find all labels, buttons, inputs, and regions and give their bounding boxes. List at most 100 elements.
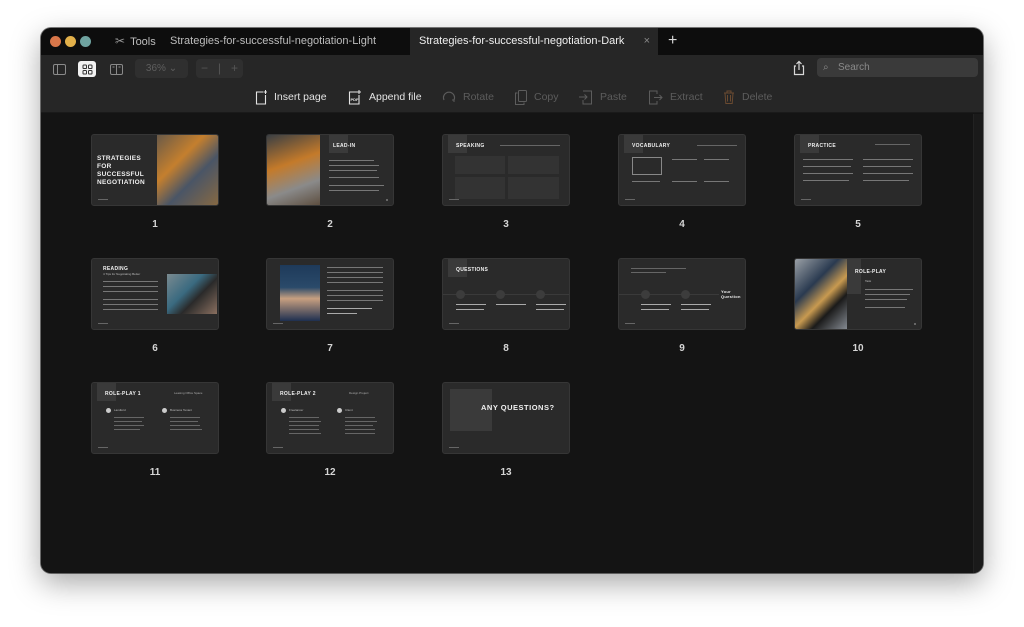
search-placeholder: Search — [838, 62, 870, 73]
text-line — [327, 295, 383, 296]
slide-word-box — [632, 157, 662, 175]
text-line — [114, 417, 144, 418]
slide-title: ROLE-PLAY 2 — [280, 391, 316, 397]
page-number: 6 — [152, 343, 158, 354]
slide-photo — [167, 274, 217, 314]
window-minimize-button[interactable] — [65, 36, 76, 47]
tab-tools[interactable]: ✂ Tools — [115, 28, 156, 55]
page-thumbnail[interactable]: LEAD-IN — [266, 134, 394, 206]
text-line — [329, 170, 377, 171]
share-button[interactable] — [792, 60, 806, 76]
text-line — [327, 300, 383, 301]
text-line — [114, 421, 142, 422]
tab-document-light[interactable]: Strategies-for-successful-negotiation-Li… — [170, 28, 376, 55]
insert-page-icon — [255, 89, 267, 105]
search-icon: ⌕ — [823, 62, 829, 73]
sidebar-icon — [52, 63, 66, 75]
app-window: ✂ Tools Strategies-for-successful-negotia… — [41, 28, 983, 573]
page-number: 4 — [679, 219, 685, 230]
text-line — [327, 282, 383, 283]
text-line — [345, 425, 373, 426]
page-thumbnail[interactable]: QUESTIONS — [442, 258, 570, 330]
slide-subtitle: Task — [865, 279, 872, 283]
text-line — [327, 313, 357, 314]
slide-title: PRACTICE — [808, 143, 836, 149]
text-line — [704, 181, 729, 182]
divider: | — [217, 61, 222, 75]
text-line — [865, 294, 910, 295]
sidebar-view-button[interactable] — [50, 61, 68, 77]
new-tab-button[interactable]: + — [668, 28, 677, 55]
text-line — [170, 417, 200, 418]
paste-button[interactable]: Paste — [579, 86, 627, 108]
zoom-out-button[interactable]: − — [201, 59, 208, 78]
chevron-down-icon: ⌄ — [168, 63, 178, 74]
scrollbar[interactable] — [973, 114, 983, 573]
copy-label: Copy — [534, 91, 559, 103]
zoom-level-select[interactable]: 36% ⌄ — [135, 59, 188, 78]
text-line — [536, 309, 564, 310]
text-line — [114, 425, 144, 426]
text-line — [672, 159, 697, 160]
slide-footer — [98, 323, 108, 324]
text-line — [863, 166, 911, 167]
append-file-button[interactable]: PDF Append file — [348, 86, 422, 108]
page-thumbnail[interactable]: ANY QUESTIONS? — [442, 382, 570, 454]
role-icon — [162, 408, 167, 413]
window-maximize-button[interactable] — [80, 36, 91, 47]
grid-view-button[interactable] — [78, 61, 96, 77]
text-line — [803, 173, 853, 174]
page-thumbnail[interactable]: ROLE-PLAY Task — [794, 258, 922, 330]
zoom-in-button[interactable]: + — [231, 59, 238, 78]
text-line — [681, 309, 709, 310]
text-line — [289, 425, 319, 426]
page-number: 2 — [327, 219, 333, 230]
text-line — [289, 433, 321, 434]
slide-title: SPEAKING — [456, 143, 485, 149]
slide-footer — [273, 323, 283, 324]
text-line — [327, 290, 383, 291]
page-grid: STRATEGIES FOR SUCCESSFUL NEGOTIATION 1 … — [41, 114, 983, 573]
insert-page-button[interactable]: Insert page — [255, 86, 327, 108]
page-thumbnail[interactable]: Your Question — [618, 258, 746, 330]
text-line — [865, 289, 913, 290]
text-line — [103, 299, 158, 300]
text-line — [289, 417, 319, 418]
book-view-button[interactable] — [107, 61, 125, 77]
page-thumbnail[interactable]: SPEAKING — [442, 134, 570, 206]
page-actions-bar: Insert page PDF Append file Rotate Copy … — [41, 86, 983, 133]
slide-card — [508, 177, 559, 199]
text-line — [327, 272, 383, 273]
page-number: 13 — [500, 467, 512, 478]
slide-photo — [157, 135, 218, 205]
text-line — [631, 268, 686, 269]
close-icon[interactable]: × — [644, 28, 650, 55]
page-thumbnail[interactable]: PRACTICE — [794, 134, 922, 206]
rotate-button[interactable]: Rotate — [442, 86, 494, 108]
text-line — [103, 286, 158, 287]
text-line — [329, 177, 379, 178]
slide-card — [455, 156, 505, 174]
text-line — [345, 433, 375, 434]
search-input[interactable]: ⌕ Search — [817, 58, 978, 77]
page-thumbnail[interactable]: VOCABULARY — [618, 134, 746, 206]
insert-page-label: Insert page — [274, 91, 327, 103]
page-thumbnail[interactable]: ROLE-PLAY 1 Leasing Office Space Landlor… — [91, 382, 219, 454]
text-line — [327, 308, 372, 309]
text-line — [536, 304, 566, 305]
page-thumbnail[interactable]: STRATEGIES FOR SUCCESSFUL NEGOTIATION — [91, 134, 219, 206]
slide-subtitle — [875, 144, 910, 145]
delete-button[interactable]: Delete — [723, 86, 772, 108]
text-line — [631, 272, 666, 273]
page-thumbnail[interactable] — [266, 258, 394, 330]
slide-footer — [625, 199, 635, 200]
window-close-button[interactable] — [50, 36, 61, 47]
text-line — [103, 281, 158, 282]
tab-document-dark[interactable]: Strategies-for-successful-negotiation-Da… — [410, 28, 658, 55]
page-thumbnail[interactable]: ROLE-PLAY 2 Design Project Freelancer Cl… — [266, 382, 394, 454]
tab-label: Tools — [130, 36, 156, 48]
extract-button[interactable]: Extract — [648, 86, 703, 108]
copy-button[interactable]: Copy — [515, 86, 559, 108]
page-thumbnail[interactable]: READING 4 Tips for Negotiating Better — [91, 258, 219, 330]
text-line — [865, 307, 905, 308]
